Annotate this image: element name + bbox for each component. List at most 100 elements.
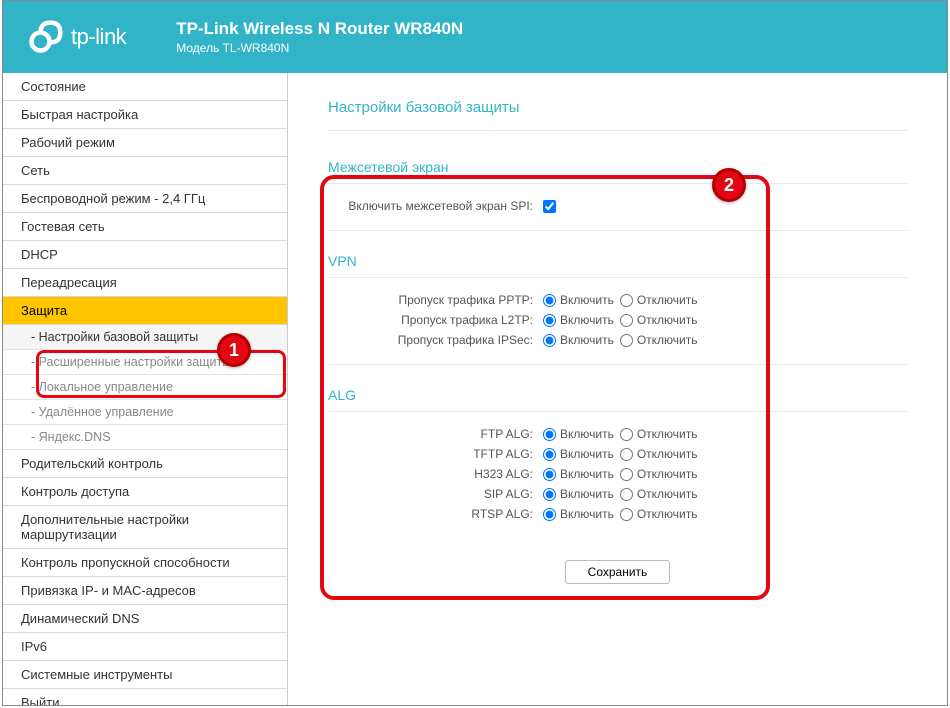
sidebar-item-9[interactable]: Родительский контроль (3, 450, 287, 478)
vpn-on-radio-1[interactable] (543, 314, 556, 327)
header: tp-link TP-Link Wireless N Router WR840N… (3, 1, 947, 73)
sidebar-subitem-8-4[interactable]: - Яндекс.DNS (3, 425, 287, 450)
vpn-off-option-1[interactable]: Отключить (620, 313, 698, 327)
alg-off-radio-1[interactable] (620, 448, 633, 461)
sidebar-item-4[interactable]: Беспроводной режим - 2,4 ГГц (3, 185, 287, 213)
alg-off-option-1[interactable]: Отключить (620, 447, 698, 461)
vpn-off-option-2[interactable]: Отключить (620, 333, 698, 347)
sidebar-item-8[interactable]: Защита (3, 297, 287, 325)
alg-label-4: RTSP ALG: (328, 507, 543, 521)
alg-row-2: H323 ALG:ВключитьОтключить (328, 464, 907, 484)
alg-off-label-2: Отключить (637, 467, 698, 481)
save-button[interactable]: Сохранить (565, 560, 671, 584)
sidebar-item-2[interactable]: Рабочий режим (3, 129, 287, 157)
alg-off-radio-3[interactable] (620, 488, 633, 501)
alg-label-0: FTP ALG: (328, 427, 543, 441)
spi-row: Включить межсетевой экран SPI: (328, 196, 907, 216)
tplink-logo-icon (27, 19, 63, 55)
alg-on-radio-1[interactable] (543, 448, 556, 461)
alg-on-radio-0[interactable] (543, 428, 556, 441)
page-title: Настройки базовой защиты (328, 99, 907, 131)
alg-off-label-3: Отключить (637, 487, 698, 501)
sidebar-item-12[interactable]: Контроль пропускной способности (3, 549, 287, 577)
sidebar-item-10[interactable]: Контроль доступа (3, 478, 287, 506)
alg-label-1: TFTP ALG: (328, 447, 543, 461)
sidebar-subitem-8-2[interactable]: - Локальное управление (3, 375, 287, 400)
vpn-on-radio-2[interactable] (543, 334, 556, 347)
firewall-title: Межсетевой экран (328, 159, 907, 184)
sidebar-subitem-8-3[interactable]: - Удалённое управление (3, 400, 287, 425)
vpn-on-option-2[interactable]: Включить (543, 333, 614, 347)
sidebar-item-3[interactable]: Сеть (3, 157, 287, 185)
alg-on-radio-2[interactable] (543, 468, 556, 481)
alg-on-label-2: Включить (560, 467, 614, 481)
alg-off-option-3[interactable]: Отключить (620, 487, 698, 501)
vpn-off-radio-2[interactable] (620, 334, 633, 347)
alg-row-4: RTSP ALG:Включить Отключить (328, 504, 907, 524)
spi-checkbox[interactable] (543, 200, 556, 213)
alg-label-3: SIP ALG: (328, 487, 543, 501)
vpn-label-2: Пропуск трафика IPSec: (328, 333, 543, 347)
brand-name: tp-link (71, 24, 126, 50)
alg-off-label-4: Отключить (637, 507, 698, 521)
alg-off-label-1: Отключить (637, 447, 698, 461)
vpn-control-1: Включить Отключить (543, 313, 698, 327)
vpn-off-label-1: Отключить (637, 313, 698, 327)
main-panel: Настройки базовой защиты Межсетевой экра… (288, 73, 947, 705)
vpn-off-radio-1[interactable] (620, 314, 633, 327)
annotation-badge-2: 2 (712, 168, 746, 202)
alg-control-2: Включить Отключить (543, 467, 698, 481)
product-title: TP-Link Wireless N Router WR840N (176, 19, 463, 39)
vpn-off-label-2: Отключить (637, 333, 698, 347)
vpn-row-2: Пропуск трафика IPSec: Включить Отключить (328, 330, 907, 350)
alg-on-option-2[interactable]: Включить (543, 467, 614, 481)
content-area: СостояниеБыстрая настройкаРабочий режимС… (3, 73, 947, 705)
vpn-on-label-0: Включить (560, 293, 614, 307)
alg-on-radio-3[interactable] (543, 488, 556, 501)
sidebar-item-14[interactable]: Динамический DNS (3, 605, 287, 633)
alg-row-1: TFTP ALG: Включить Отключить (328, 444, 907, 464)
sidebar-item-16[interactable]: Системные инструменты (3, 661, 287, 689)
vpn-on-radio-0[interactable] (543, 294, 556, 307)
app-window: tp-link TP-Link Wireless N Router WR840N… (2, 0, 948, 706)
vpn-section: VPN Пропуск трафика PPTP:ВключитьОтключи… (328, 253, 907, 365)
alg-off-option-0[interactable]: Отключить (620, 427, 698, 441)
sidebar-item-11[interactable]: Дополнительные настройки маршрутизации (3, 506, 287, 549)
vpn-off-radio-0[interactable] (620, 294, 633, 307)
sidebar-item-6[interactable]: DHCP (3, 241, 287, 269)
model-label: Модель TL-WR840N (176, 41, 463, 55)
alg-control-1: Включить Отключить (543, 447, 698, 461)
vpn-on-label-2: Включить (560, 333, 614, 347)
alg-off-option-2[interactable]: Отключить (620, 467, 698, 481)
vpn-title: VPN (328, 253, 907, 278)
alg-on-option-3[interactable]: Включить (543, 487, 614, 501)
alg-off-option-4[interactable]: Отключить (620, 507, 698, 521)
vpn-on-option-1[interactable]: Включить (543, 313, 614, 327)
alg-on-option-1[interactable]: Включить (543, 447, 614, 461)
vpn-off-option-0[interactable]: Отключить (620, 293, 698, 307)
sidebar-item-7[interactable]: Переадресация (3, 269, 287, 297)
alg-on-option-0[interactable]: Включить (543, 427, 614, 441)
brand-logo: tp-link (27, 19, 126, 55)
spi-label: Включить межсетевой экран SPI: (328, 199, 543, 213)
sidebar-item-5[interactable]: Гостевая сеть (3, 213, 287, 241)
sidebar-item-13[interactable]: Привязка IP- и MAC-адресов (3, 577, 287, 605)
sidebar-item-0[interactable]: Состояние (3, 73, 287, 101)
alg-off-radio-2[interactable] (620, 468, 633, 481)
sidebar-item-1[interactable]: Быстрая настройка (3, 101, 287, 129)
alg-on-label-1: Включить (560, 447, 614, 461)
header-title-area: TP-Link Wireless N Router WR840N Модель … (176, 19, 463, 55)
vpn-label-1: Пропуск трафика L2TP: (328, 313, 543, 327)
vpn-on-label-1: Включить (560, 313, 614, 327)
sidebar-item-15[interactable]: IPv6 (3, 633, 287, 661)
alg-title: ALG (328, 387, 907, 412)
annotation-badge-1: 1 (217, 333, 251, 367)
alg-off-radio-0[interactable] (620, 428, 633, 441)
alg-on-radio-4[interactable] (543, 508, 556, 521)
vpn-on-option-0[interactable]: Включить (543, 293, 614, 307)
firewall-section: Межсетевой экран Включить межсетевой экр… (328, 159, 907, 231)
alg-on-option-4[interactable]: Включить (543, 507, 614, 521)
alg-off-radio-4[interactable] (620, 508, 633, 521)
sidebar-item-17[interactable]: Выйти (3, 689, 287, 705)
alg-row-3: SIP ALG:Включить Отключить (328, 484, 907, 504)
